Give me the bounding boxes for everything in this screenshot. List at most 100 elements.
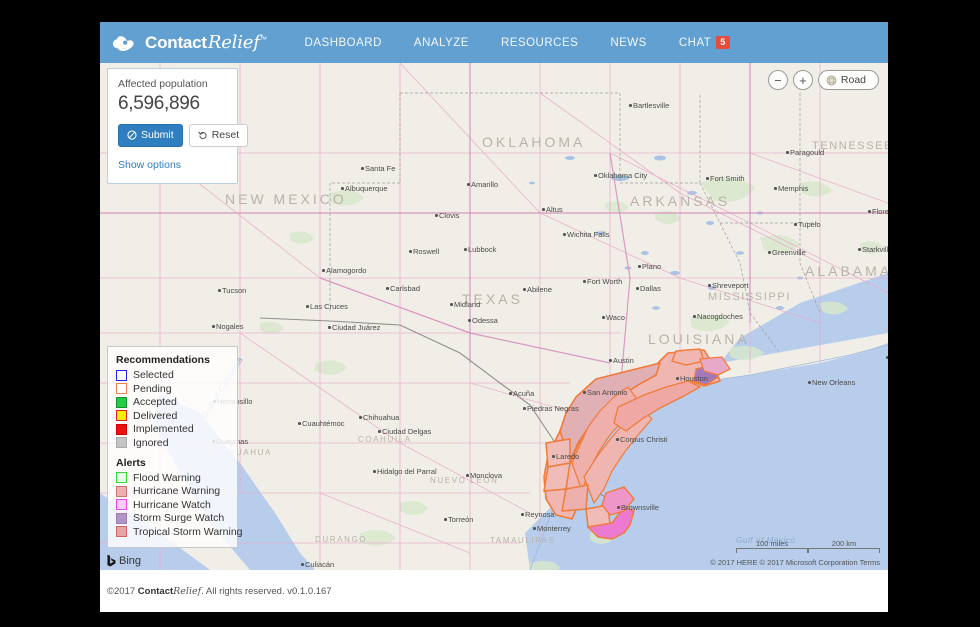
- map-type-selector[interactable]: Road: [817, 70, 879, 90]
- nav-item-news[interactable]: NEWS: [594, 22, 663, 63]
- map-city-dot: [533, 527, 536, 530]
- map-city-dot: [464, 248, 467, 251]
- map-city-dot: [609, 359, 612, 362]
- reset-button[interactable]: Reset: [188, 124, 249, 147]
- map-city-dot: [373, 470, 376, 473]
- legend-recommendation-delivered[interactable]: Delivered: [116, 410, 229, 422]
- map-city-dot: [708, 284, 711, 287]
- legend-swatch: [116, 383, 127, 394]
- legend-swatch: [116, 472, 127, 483]
- legend-title-alerts: Alerts: [116, 456, 146, 469]
- nav-item-resources[interactable]: RESOURCES: [485, 22, 594, 63]
- map-city-dot: [636, 287, 639, 290]
- legend-swatch: [116, 499, 127, 510]
- zoom-out-button[interactable]: −: [767, 70, 788, 90]
- nav-item-chat[interactable]: CHAT 5: [663, 22, 746, 63]
- footer-copyright: ©2017 ContactRelief. All rights reserved…: [107, 586, 332, 597]
- map-city-dot: [542, 208, 545, 211]
- logo-wordmark: ContactRelief™: [145, 32, 267, 53]
- legend-alert-rows: Flood Warning Hurricane Warning Hurricane …: [116, 472, 243, 538]
- map-city-dot: [467, 183, 470, 186]
- map-city-dot: [563, 233, 566, 236]
- legend-label: Tropical Storm Warning: [133, 525, 243, 538]
- legend-swatch: [116, 369, 127, 381]
- map-city-dot: [523, 407, 526, 410]
- map-city-dot: [774, 187, 777, 190]
- legend-alert-tropical-storm-warning[interactable]: Tropical Storm Warning: [116, 526, 243, 538]
- map-city-dot: [328, 326, 331, 329]
- legend-recommendation-pending[interactable]: Pending: [116, 383, 229, 395]
- map-city-dot: [583, 280, 586, 283]
- map-city-dot: [523, 288, 526, 291]
- affected-population-label: Affected population: [118, 78, 208, 90]
- map-city-dot: [794, 223, 797, 226]
- legend-swatch: [116, 512, 127, 524]
- map-city-dot: [583, 391, 586, 394]
- map-city-dot: [306, 305, 309, 308]
- nav-chat-label: CHAT: [678, 36, 712, 49]
- logo-contact-text: Contact: [145, 33, 207, 52]
- globe-icon: [826, 75, 837, 85]
- legend-label: Accepted: [133, 396, 177, 408]
- map-city-dot: [886, 356, 888, 359]
- legend-recommendation-selected[interactable]: Selected: [116, 369, 229, 381]
- legend-alert-hurricane-watch[interactable]: Hurricane Watch: [116, 499, 229, 511]
- legend-label: Implemented: [133, 423, 194, 435]
- footer-copyright-post: . All rights reserved. v0.1.0.167: [201, 586, 332, 597]
- affected-population-value: 6,596,896: [118, 93, 200, 114]
- legend-label: Flood Warning: [133, 471, 201, 484]
- cloud-logo-icon: [113, 33, 139, 53]
- map-city-dot: [676, 377, 679, 380]
- legend-swatch: [116, 526, 127, 537]
- map-city-dot: [602, 316, 605, 319]
- legend-swatch: [116, 485, 127, 497]
- map-city-dot: [378, 430, 381, 433]
- legend-recommendation-implemented[interactable]: Implemented: [116, 423, 229, 435]
- legend-recommendation-accepted[interactable]: Accepted: [116, 396, 229, 408]
- legend-recommendation-ignored[interactable]: Ignored: [116, 437, 229, 449]
- footer-brand-contact: Contact: [137, 586, 174, 597]
- map-city-dot: [301, 563, 304, 566]
- map-city-dot: [386, 287, 389, 290]
- reset-button-label: Reset: [211, 129, 240, 141]
- legend-swatch: [116, 396, 127, 408]
- main-nav: DASHBOARD ANALYZE RESOURCES NEWS CHAT 5: [289, 22, 746, 63]
- legend-alert-storm-surge-watch[interactable]: Storm Surge Watch: [116, 512, 229, 524]
- show-options-link[interactable]: Show options: [118, 159, 181, 171]
- map-city-dot: [552, 455, 555, 458]
- nav-item-analyze[interactable]: ANALYZE: [398, 22, 485, 63]
- legend-label: Selected: [133, 369, 174, 381]
- legend-alert-hurricane-warning[interactable]: Hurricane Warning: [116, 485, 229, 497]
- map-city-dot: [218, 289, 221, 292]
- undo-arrow-icon: [197, 131, 207, 140]
- map-controls: − + Road: [767, 70, 879, 90]
- application-window: ContactRelief™ DASHBOARD ANALYZE RESOURC…: [100, 22, 888, 612]
- panel-button-group: Submit Reset: [118, 124, 249, 147]
- contactrelief-logo[interactable]: ContactRelief™: [113, 22, 267, 63]
- map-city-dot: [868, 210, 871, 213]
- map-city-dot: [617, 506, 620, 509]
- map-legend: Recommendations Selected Pending Accepted D…: [107, 346, 243, 548]
- map-city-dot: [693, 315, 696, 318]
- bing-logo[interactable]: Bing: [107, 554, 141, 567]
- map-city-dot: [341, 187, 344, 190]
- submit-button[interactable]: Submit: [118, 124, 183, 147]
- legend-label: Storm Surge Watch: [133, 512, 225, 524]
- map-city-dot: [521, 513, 524, 516]
- map-city-dot: [212, 325, 215, 328]
- legend-swatch: [116, 423, 127, 435]
- map-scale-bar: 100 miles 200 km: [736, 539, 880, 553]
- map-city-dot: [468, 319, 471, 322]
- map-attribution: © 2017 HERE © 2017 Microsoft Corporation…: [710, 558, 880, 567]
- map-city-dot: [768, 251, 771, 254]
- nav-item-dashboard[interactable]: DASHBOARD: [289, 22, 398, 63]
- legend-alert-flood-warning[interactable]: Flood Warning: [116, 472, 229, 484]
- legend-recommendation-rows: Selected Pending Accepted Delivered Implemen…: [116, 369, 229, 449]
- map-viewport[interactable]: Gulf of Mexico Gulf of California OKLAHO…: [100, 63, 888, 570]
- ban-icon: [127, 130, 137, 140]
- zoom-in-button[interactable]: +: [792, 70, 813, 90]
- bing-b-icon: [107, 554, 116, 567]
- legend-label: Pending: [133, 382, 172, 395]
- legend-label: Hurricane Warning: [133, 485, 221, 497]
- page-footer: ©2017 ContactRelief. All rights reserved…: [100, 570, 888, 612]
